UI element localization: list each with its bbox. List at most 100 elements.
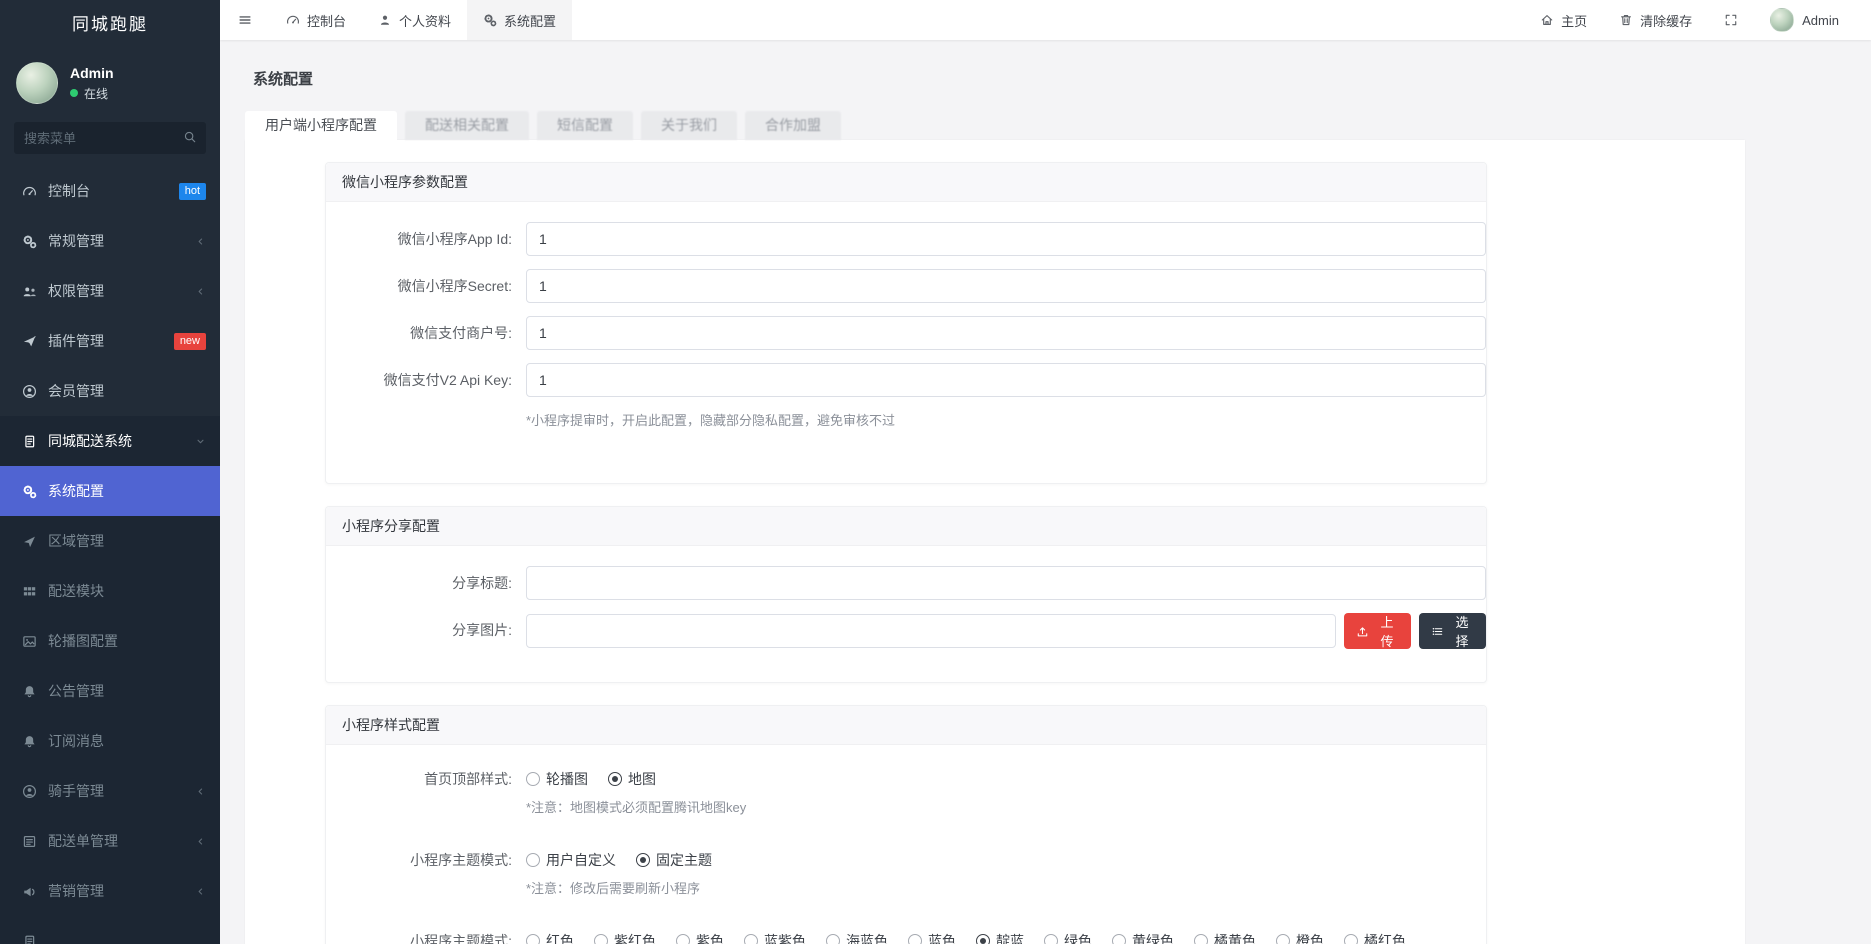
fullscreen-button[interactable]	[1708, 0, 1754, 40]
field-label: 微信支付商户号:	[410, 325, 512, 341]
radio-option[interactable]: 紫色	[676, 931, 724, 944]
home-link[interactable]: 主页	[1524, 0, 1603, 40]
wechat-merchant-input[interactable]	[526, 316, 1486, 350]
form-row: 小程序主题模式: 红色 紫红色 紫色 蓝紫色 海蓝色 蓝色 靛蓝 绿色 黄绿色 …	[326, 931, 1486, 944]
topnav-profile[interactable]: 个人资料	[362, 0, 467, 40]
sidebar-item-system-config[interactable]: 系统配置	[0, 466, 220, 516]
radio-option[interactable]: 红色	[526, 931, 574, 944]
share-image-input[interactable]	[526, 614, 1336, 648]
radio-group-theme-mode: 用户自定义 固定主题	[526, 850, 1486, 870]
sidebar-item-announcement[interactable]: 公告管理	[0, 666, 220, 716]
document-icon	[22, 934, 37, 944]
sidebar-toggle-button[interactable]	[220, 0, 270, 40]
radio-option[interactable]: 橙色	[1276, 931, 1324, 944]
users-icon	[22, 284, 37, 299]
radio-option[interactable]: 固定主题	[636, 850, 712, 870]
field-note: *注意：修改后需要刷新小程序	[526, 881, 701, 896]
topnav-system-config[interactable]: 系统配置	[467, 0, 573, 40]
wechat-secret-input[interactable]	[526, 269, 1486, 303]
menu-search-input[interactable]	[14, 122, 206, 154]
bell-icon	[22, 684, 37, 699]
trash-icon	[1619, 13, 1633, 27]
status-label: 在线	[84, 86, 109, 101]
location-arrow-icon	[22, 534, 37, 549]
bell-icon	[22, 734, 37, 749]
clear-cache-link[interactable]: 清除缓存	[1603, 0, 1708, 40]
tab-cooperation[interactable]: 合作加盟	[745, 111, 841, 140]
sidebar-item-rider[interactable]: 骑手管理	[0, 766, 220, 816]
sidebar-item-members[interactable]: 会员管理	[0, 366, 220, 416]
sidebar-item-plugins[interactable]: 插件管理 new	[0, 316, 220, 366]
radio-icon	[744, 934, 758, 944]
topnav-console[interactable]: 控制台	[270, 0, 362, 40]
user-status: 在线	[70, 85, 114, 102]
list-icon	[22, 834, 37, 849]
share-title-input[interactable]	[526, 566, 1486, 600]
sidebar-item-permissions[interactable]: 权限管理	[0, 266, 220, 316]
radio-option[interactable]: 蓝紫色	[744, 931, 806, 944]
chevron-left-icon	[195, 786, 206, 797]
avatar	[1770, 8, 1795, 32]
style-config-card: 小程序样式配置 首页顶部样式: 轮播图 地图 *注意：地图模式必须配置腾讯地图k…	[325, 705, 1487, 944]
topbar-user-menu[interactable]: Admin	[1754, 0, 1855, 40]
wechat-apikey-input[interactable]	[526, 363, 1486, 397]
radio-option[interactable]: 紫红色	[594, 931, 656, 944]
radio-option[interactable]: 橘红色	[1344, 931, 1406, 944]
content-area: 系统配置 用户端小程序配置 配送相关配置 短信配置 关于我们 合作加盟 微信小程…	[220, 40, 1871, 944]
search-icon[interactable]	[183, 130, 197, 144]
radio-option[interactable]: 靛蓝	[976, 931, 1024, 944]
sidebar: 同城跑腿 Admin 在线 控制台 hot 常规管理 权限管理	[0, 0, 220, 944]
sidebar-item-general[interactable]: 常规管理	[0, 216, 220, 266]
form-row: 微信支付商户号:	[326, 316, 1486, 350]
card-title: 小程序分享配置	[326, 507, 1486, 546]
radio-option[interactable]: 轮播图	[526, 769, 588, 789]
sidebar-item-marketing[interactable]: 营销管理	[0, 866, 220, 916]
tab-user-miniapp-config[interactable]: 用户端小程序配置	[245, 111, 397, 140]
sidebar-item-region[interactable]: 区域管理	[0, 516, 220, 566]
chevron-left-icon	[195, 236, 206, 247]
sidebar-item-subscribe-message[interactable]: 订阅消息	[0, 716, 220, 766]
radio-option[interactable]: 蓝色	[908, 931, 956, 944]
radio-option[interactable]: 海蓝色	[826, 931, 888, 944]
radio-option[interactable]: 橘黄色	[1194, 931, 1256, 944]
avatar	[16, 62, 58, 104]
share-config-card: 小程序分享配置 分享标题: 分享图片: 上传 选择	[325, 506, 1487, 683]
sidebar-item-delivery-system[interactable]: 同城配送系统	[0, 416, 220, 466]
radio-option[interactable]: 绿色	[1044, 931, 1092, 944]
sidebar-item-carousel[interactable]: 轮播图配置	[0, 616, 220, 666]
form-row: 微信支付V2 Api Key:	[326, 363, 1486, 397]
chevron-down-icon	[195, 436, 206, 447]
hot-badge: hot	[178, 182, 206, 200]
radio-icon	[1194, 934, 1208, 944]
tab-sms-config[interactable]: 短信配置	[537, 111, 633, 140]
radio-option[interactable]: 用户自定义	[526, 850, 616, 870]
radio-option[interactable]: 黄绿色	[1112, 931, 1174, 944]
gears-icon	[22, 484, 37, 499]
main-area: 控制台 个人资料 系统配置 主页 清除缓存 Admin 系统配置 用户端小程序配…	[220, 0, 1871, 944]
document-icon	[22, 434, 37, 449]
upload-button[interactable]: 上传	[1344, 613, 1411, 649]
chevron-left-icon	[195, 286, 206, 297]
sidebar-item-delivery-orders[interactable]: 配送单管理	[0, 816, 220, 866]
choose-button[interactable]: 选择	[1419, 613, 1486, 649]
user-circle-icon	[22, 384, 37, 399]
megaphone-icon	[22, 884, 37, 899]
wechat-appid-input[interactable]	[526, 222, 1486, 256]
tab-about-us[interactable]: 关于我们	[641, 111, 737, 140]
user-panel: Admin 在线	[0, 50, 220, 114]
form-row: 小程序主题模式: 用户自定义 固定主题	[326, 850, 1486, 870]
radio-option[interactable]: 地图	[608, 769, 656, 789]
sidebar-item-partial[interactable]	[0, 916, 220, 944]
sidebar-item-delivery-module[interactable]: 配送模块	[0, 566, 220, 616]
radio-selected-icon	[976, 934, 990, 944]
topbar-right: 主页 清除缓存 Admin	[1524, 0, 1871, 40]
topbar: 控制台 个人资料 系统配置 主页 清除缓存 Admin	[220, 0, 1871, 40]
config-tabs: 用户端小程序配置 配送相关配置 短信配置 关于我们 合作加盟	[245, 111, 1871, 140]
user-name: Admin	[70, 64, 114, 81]
field-label: 微信支付V2 Api Key:	[383, 372, 512, 388]
sidebar-item-dashboard[interactable]: 控制台 hot	[0, 166, 220, 216]
field-label: 首页顶部样式:	[424, 771, 512, 787]
field-note: *小程序提审时，开启此配置，隐藏部分隐私配置，避免审核不过	[526, 413, 896, 428]
tab-delivery-config[interactable]: 配送相关配置	[405, 111, 529, 140]
field-label: 微信小程序Secret:	[397, 278, 512, 294]
